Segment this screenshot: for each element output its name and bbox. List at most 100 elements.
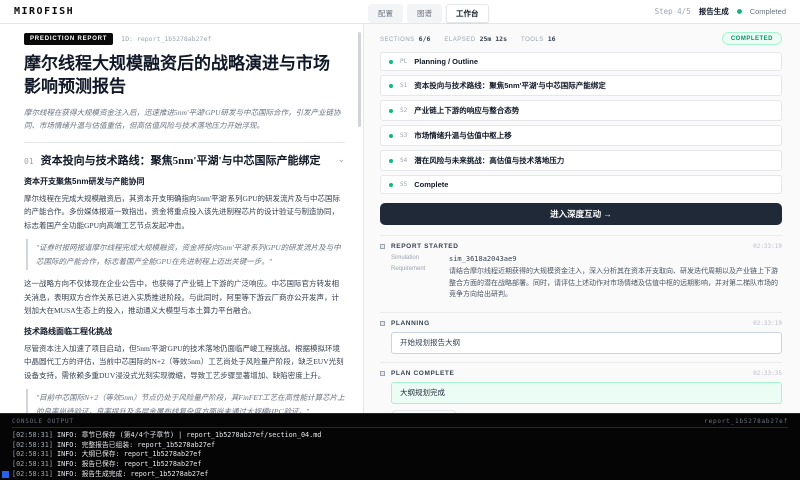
paragraph-1: 摩尔线程在完成大规模融资后，其资本开支明确指向5nm'平湖'系列GPU的研发流片…	[24, 192, 345, 233]
app-logo: MIROFISH	[14, 6, 74, 17]
event-square-icon	[380, 244, 385, 249]
console-panel: CONSOLE OUTPUT report_1b5278ab27ef [02:5…	[0, 413, 800, 480]
log-time: [02:58:31]	[12, 450, 53, 458]
outline-code: S5	[400, 181, 407, 188]
subheading-2: 技术路线面临工程化挑战	[24, 326, 345, 337]
field-label: Requirement	[391, 266, 441, 301]
subheading-1: 资本开支聚焦5nm研发与产能协同	[24, 176, 345, 187]
stat-elapsed: ELAPSED 25m 12s	[444, 35, 507, 43]
step-indicator: Step 4/5 报告生成 Completed	[655, 6, 786, 17]
stat-value: 16	[548, 35, 556, 43]
outline-item-planning[interactable]: PL Planning / Outline	[380, 52, 782, 71]
log-line: [02:58:31] INFO: 报告已保存: report_1b5278ab2…	[12, 460, 788, 470]
outline-item-s4[interactable]: S4 潜在风险与未来挑战：高估值与技术落地压力	[380, 150, 782, 171]
green-dot-icon	[389, 109, 393, 113]
report-id: ID: report_1b5278ab27ef	[121, 35, 211, 43]
app-window: MIROFISH 配置 图谱 工作台 Step 4/5 报告生成 Complet…	[0, 0, 800, 480]
report-meta: PREDICTION REPORT ID: report_1b5278ab27e…	[24, 33, 345, 45]
green-dot-icon	[389, 134, 393, 138]
outline-code: S1	[400, 82, 407, 89]
log-line: [02:58:31] INFO: 报告生成完成: report_1b5278ab…	[12, 470, 788, 480]
log-time: [02:58:31]	[12, 431, 53, 439]
outline-item-s2[interactable]: S2 产业链上下游的响应与整合态势	[380, 100, 782, 121]
stat-tools: TOOLS 16	[521, 35, 556, 43]
cursor-block	[2, 471, 9, 478]
step-label: Step 4/5	[655, 7, 691, 16]
log-text: INFO: 报告生成完成: report_1b5278ab27ef	[57, 470, 208, 478]
completed-badge: COMPLETED	[722, 32, 782, 45]
event-time: 02:33:35	[753, 370, 782, 377]
outline-item-s3[interactable]: S3 市场情绪升温与估值中枢上移	[380, 125, 782, 146]
tab-graph[interactable]: 图谱	[407, 4, 442, 23]
log-line: [02:58:31] INFO: 大纲已保存: report_1b5278ab2…	[12, 450, 788, 460]
section-heading: 01 资本投向与技术路线：聚焦5nm'平湖'与中芯国际产能绑定 ⌄	[24, 152, 345, 168]
log-line: [02:58:31] INFO: 完整报告已组装: report_1b5278a…	[12, 441, 788, 451]
green-dot-icon	[389, 159, 393, 163]
deep-interaction-button[interactable]: 进入深度互动 →	[380, 203, 782, 225]
report-panel: PREDICTION REPORT ID: report_1b5278ab27e…	[0, 24, 364, 413]
green-dot-icon	[389, 60, 393, 64]
outline-label: 资本投向与技术路线：聚焦5nm'平湖'与中芯国际产能绑定	[414, 80, 606, 91]
log-text: INFO: 章节已保存 (第4/4个子章节) | report_1b5278ab…	[57, 431, 321, 439]
stat-sections: SECTIONS 6/6	[380, 35, 430, 43]
stat-label: ELAPSED	[444, 37, 475, 43]
report-scrollbar[interactable]	[358, 32, 361, 127]
green-dot-icon	[389, 84, 393, 88]
stat-value: 25m 12s	[480, 35, 507, 43]
section-title: 资本投向与技术路线：聚焦5nm'平湖'与中芯国际产能绑定	[41, 152, 331, 168]
outline-list: PL Planning / Outline S1 资本投向与技术路线：聚焦5nm…	[380, 52, 782, 194]
report-subtitle: 摩尔线程在获得大规模资金注入后，迅速推进5nm'平湖'GPU研发与中芯国际合作，…	[24, 106, 345, 133]
log-time: [02:58:31]	[12, 460, 53, 468]
simulation-id: sim_3618a2043ae9	[449, 255, 516, 263]
view-tabs: 配置 图谱 工作台	[368, 4, 489, 23]
timeline-planning: PLANNING 02:33:19 开始规划报告大纲	[380, 312, 782, 362]
workbench-panel: SECTIONS 6/6 ELAPSED 25m 12s TOOLS 16 CO…	[364, 24, 800, 413]
timeline-plan-complete: PLAN COMPLETE 02:33:35 大纲规划完成 4 sections…	[380, 362, 782, 413]
blockquote-2: "目前中芯国际N+2（等效5nm）节点仍处于风险量产阶段，其FinFET工艺在高…	[26, 389, 345, 412]
main-area: PREDICTION REPORT ID: report_1b5278ab27e…	[0, 24, 800, 413]
log-text: INFO: 完整报告已组装: report_1b5278ab27ef	[57, 441, 215, 449]
outline-item-s1[interactable]: S1 资本投向与技术路线：聚焦5nm'平湖'与中芯国际产能绑定	[380, 75, 782, 96]
status-dot-icon	[737, 9, 742, 14]
divider	[24, 142, 345, 143]
outline-item-complete[interactable]: S5 Complete	[380, 175, 782, 194]
report-document: 摩尔线程大规模融资后的战略演进与市场影响预测报告 摩尔线程在获得大规模资金注入后…	[24, 53, 345, 413]
tab-config[interactable]: 配置	[368, 4, 403, 23]
console-report-id: report_1b5278ab27ef	[704, 418, 788, 425]
event-square-icon	[380, 321, 385, 326]
event-type: REPORT STARTED	[391, 243, 459, 250]
outline-code: S2	[400, 107, 407, 114]
log-text: INFO: 报告已保存: report_1b5278ab27ef	[57, 460, 201, 468]
report-type-badge: PREDICTION REPORT	[24, 33, 113, 45]
planning-message-box: 开始规划报告大纲	[391, 332, 782, 354]
outline-code: PL	[400, 58, 407, 65]
blockquote-1: "证券时报网报道摩尔线程完成大规模融资，资金将投向5nm'平湖'系列GPU的研发…	[26, 239, 345, 270]
paragraph-3: 尽管资本注入加速了项目启动，但5nm'平湖'GPU的技术落地仍面临严峻工程挑战。…	[24, 342, 345, 383]
stat-value: 6/6	[419, 35, 431, 43]
event-type: PLAN COMPLETE	[391, 370, 454, 377]
console-title: CONSOLE OUTPUT	[12, 418, 74, 425]
field-label: Simulation	[391, 255, 441, 263]
requirement-text: 请结合摩尔线程近期获得的大规模资金注入，深入分析其在资本开支取向、研发迭代周期以…	[449, 266, 782, 301]
green-dot-icon	[389, 183, 393, 187]
top-bar: MIROFISH 配置 图谱 工作台 Step 4/5 报告生成 Complet…	[0, 0, 800, 24]
event-time: 02:33:19	[753, 320, 782, 327]
paragraph-2: 这一战略方向不仅体现在企业公告中，也获得了产业链上下游的广泛响应。中芯国际官方转…	[24, 277, 345, 318]
event-time: 02:33:19	[753, 243, 782, 250]
outline-label: Complete	[414, 180, 448, 189]
outline-label: Planning / Outline	[414, 57, 478, 66]
stat-label: SECTIONS	[380, 37, 415, 43]
outline-code: S4	[400, 157, 407, 164]
step-name: 报告生成	[699, 6, 729, 17]
outline-label: 市场情绪升温与估值中枢上移	[414, 130, 512, 141]
event-square-icon	[380, 371, 385, 376]
event-type: PLANNING	[391, 320, 430, 327]
tab-workbench[interactable]: 工作台	[446, 4, 489, 23]
stats-row: SECTIONS 6/6 ELAPSED 25m 12s TOOLS 16 CO…	[380, 32, 782, 45]
outline-code: S3	[400, 132, 407, 139]
timeline-report-started: REPORT STARTED 02:33:19 Simulation sim_3…	[380, 235, 782, 312]
chevron-down-icon[interactable]: ⌄	[337, 154, 345, 165]
log-time: [02:58:31]	[12, 470, 53, 478]
log-line: [02:58:31] INFO: 章节已保存 (第4/4个子章节) | repo…	[12, 431, 788, 441]
report-title: 摩尔线程大规模融资后的战略演进与市场影响预测报告	[24, 53, 345, 99]
